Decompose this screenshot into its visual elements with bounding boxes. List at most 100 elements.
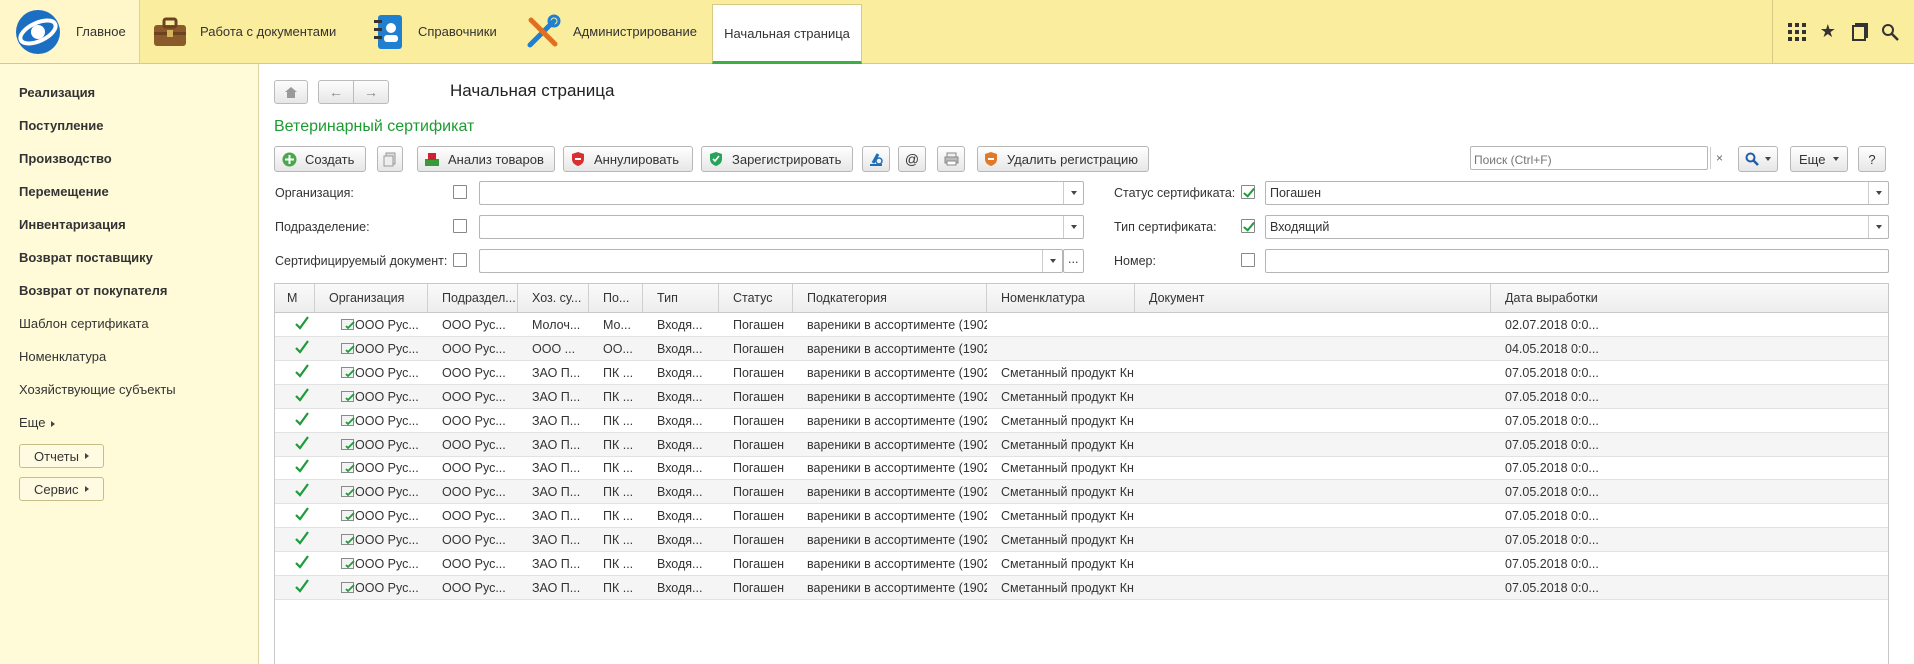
cell-production-date: 07.05.2018 0:0... xyxy=(1505,509,1599,524)
section-documents[interactable]: Работа с документами xyxy=(150,0,336,63)
sidebar-item-production[interactable]: Производство xyxy=(19,151,112,166)
cell-type: Входя... xyxy=(657,509,703,524)
annul-button[interactable]: Аннулировать xyxy=(563,146,693,172)
document-posted-icon xyxy=(341,438,355,450)
cell-organization: ООО Рус... xyxy=(355,437,419,452)
type-checkbox[interactable] xyxy=(1241,219,1255,233)
sidebar-item-nomenclature[interactable]: Номенклатура xyxy=(19,349,106,364)
column-header-document[interactable]: Документ xyxy=(1135,284,1491,312)
cell-supplier: ПК ... xyxy=(603,437,634,452)
table-row[interactable]: ООО Рус... ООО Рус... ЗАО П... ПК ... Входя.… xyxy=(275,384,1888,409)
number-checkbox[interactable] xyxy=(1241,253,1255,267)
cell-economic-entity: ЗАО П... xyxy=(532,509,581,524)
reports-button[interactable]: Отчеты xyxy=(19,444,104,468)
column-header-subcategory[interactable]: Подкатегория xyxy=(793,284,987,312)
star-icon[interactable]: ★ xyxy=(1816,20,1840,44)
create-label: Создать xyxy=(305,151,355,167)
department-field[interactable] xyxy=(479,215,1084,239)
checkmark-icon xyxy=(295,316,309,330)
table-row[interactable]: ООО Рус... ООО Рус... ЗАО П... ПК ... Входя.… xyxy=(275,552,1888,576)
search-options-button[interactable] xyxy=(1738,146,1778,172)
table-row[interactable]: ООО Рус... ООО Рус... ЗАО П... ПК ... Входя.… xyxy=(275,456,1888,481)
table-row[interactable]: ООО Рус... ООО Рус... ЗАО П... ПК ... Входя.… xyxy=(275,528,1888,553)
back-button[interactable]: ← xyxy=(318,80,354,104)
table-row[interactable]: ООО Рус... ООО Рус... ЗАО П... ПК ... Входя.… xyxy=(275,432,1888,457)
more-button[interactable]: Еще xyxy=(1790,146,1848,172)
grid-menu-icon[interactable] xyxy=(1785,20,1809,44)
column-header-organization[interactable]: Организация xyxy=(315,284,428,312)
sidebar-item-transfer[interactable]: Перемещение xyxy=(19,184,109,199)
table-row[interactable]: ООО Рус... ООО Рус... ЗАО П... ПК ... Входя.… xyxy=(275,575,1888,600)
column-header-mark[interactable]: М xyxy=(275,284,315,312)
status-field[interactable]: Погашен xyxy=(1265,181,1889,205)
goods-analysis-button[interactable]: Анализ товаров xyxy=(417,146,555,172)
clear-search-icon[interactable]: × xyxy=(1710,147,1728,169)
column-header-type[interactable]: Тип xyxy=(643,284,719,312)
certified-document-dropdown[interactable] xyxy=(1042,250,1062,272)
sidebar-item-return-supplier[interactable]: Возврат поставщику xyxy=(19,250,153,265)
certified-document-field[interactable] xyxy=(479,249,1063,273)
organization-checkbox[interactable] xyxy=(453,185,467,199)
column-header-production-date[interactable]: Дата выработки xyxy=(1491,284,1888,312)
sidebar-item-return-customer[interactable]: Возврат от покупателя xyxy=(19,283,167,298)
top-section-bar: Главное Работа с документами Справочники… xyxy=(0,0,1914,64)
column-header-department[interactable]: Подраздел... xyxy=(428,284,518,312)
email-button[interactable]: @ xyxy=(898,146,926,172)
table-row[interactable]: ООО Рус... ООО Рус... ЗАО П... ПК ... Входя.… xyxy=(275,504,1888,529)
create-button[interactable]: Создать xyxy=(274,146,366,172)
service-button[interactable]: Сервис xyxy=(19,477,104,501)
sidebar-item-entities[interactable]: Хозяйствующие субъекты xyxy=(19,382,176,397)
status-checkbox[interactable] xyxy=(1241,185,1255,199)
sidebar-item-cert-template[interactable]: Шаблон сертификата xyxy=(19,316,149,331)
organization-field[interactable] xyxy=(479,181,1084,205)
cell-supplier: ПК ... xyxy=(603,365,634,380)
help-button[interactable]: ? xyxy=(1858,146,1886,172)
sidebar-item-inventory[interactable]: Инвентаризация xyxy=(19,217,126,232)
history-icon[interactable] xyxy=(1847,20,1871,44)
department-checkbox[interactable] xyxy=(453,219,467,233)
sidebar-item-more[interactable]: Еще xyxy=(19,415,56,430)
column-header-nomenclature[interactable]: Номенклатура xyxy=(987,284,1135,312)
type-dropdown[interactable] xyxy=(1868,216,1888,238)
copy-icon xyxy=(383,152,396,166)
column-header-status[interactable]: Статус xyxy=(719,284,793,312)
number-field[interactable] xyxy=(1265,249,1889,273)
certified-document-checkbox[interactable] xyxy=(453,253,467,267)
column-header-supplier[interactable]: По... xyxy=(589,284,643,312)
forward-button[interactable]: → xyxy=(353,80,389,104)
register-button[interactable]: Зарегистрировать xyxy=(701,146,853,172)
delete-registration-button[interactable]: Удалить регистрацию xyxy=(977,146,1149,172)
sidebar-item-receipt[interactable]: Поступление xyxy=(19,118,104,133)
column-header-economic-entity[interactable]: Хоз. су... xyxy=(518,284,589,312)
cell-status: Погашен xyxy=(733,389,785,404)
analysis-icon xyxy=(424,151,440,167)
table-row[interactable]: ООО Рус... ООО Рус... Молоч... Мо... Входя..… xyxy=(275,313,1888,337)
print-button[interactable] xyxy=(937,146,965,172)
table-row[interactable]: ООО Рус... ООО Рус... ООО ... ОО... Входя...… xyxy=(275,336,1888,361)
section-references[interactable]: Справочники xyxy=(368,0,497,63)
section-main-label: Главное xyxy=(76,24,126,39)
certificates-table[interactable]: М Организация Подраздел... Хоз. су... По... Т… xyxy=(274,283,1889,664)
status-dropdown[interactable] xyxy=(1868,182,1888,204)
section-main[interactable]: Главное xyxy=(0,0,140,63)
tab-home-page[interactable]: Начальная страница xyxy=(712,4,862,64)
search-icon[interactable] xyxy=(1878,20,1902,44)
cell-document xyxy=(1135,409,1491,433)
cell-type: Входя... xyxy=(657,341,703,356)
top-icons-panel: ★ xyxy=(1772,0,1914,63)
organization-dropdown[interactable] xyxy=(1063,182,1083,204)
table-row[interactable]: ООО Рус... ООО Рус... ЗАО П... ПК ... Входя.… xyxy=(275,409,1888,433)
checkmark-icon xyxy=(295,340,309,354)
home-button[interactable] xyxy=(274,80,308,104)
sidebar-item-sales[interactable]: Реализация xyxy=(19,85,95,100)
search-input[interactable] xyxy=(1470,146,1708,170)
select-document-button[interactable]: ... xyxy=(1063,249,1084,273)
table-row[interactable]: ООО Рус... ООО Рус... ЗАО П... ПК ... Входя.… xyxy=(275,361,1888,385)
table-row[interactable]: ООО Рус... ООО Рус... ЗАО П... ПК ... Входя.… xyxy=(275,480,1888,505)
department-dropdown[interactable] xyxy=(1063,216,1083,238)
document-posted-icon xyxy=(341,581,355,593)
microscope-button[interactable] xyxy=(862,146,890,172)
copy-button[interactable] xyxy=(377,146,403,172)
type-field[interactable]: Входящий xyxy=(1265,215,1889,239)
section-administration[interactable]: Администрирование xyxy=(523,0,697,63)
